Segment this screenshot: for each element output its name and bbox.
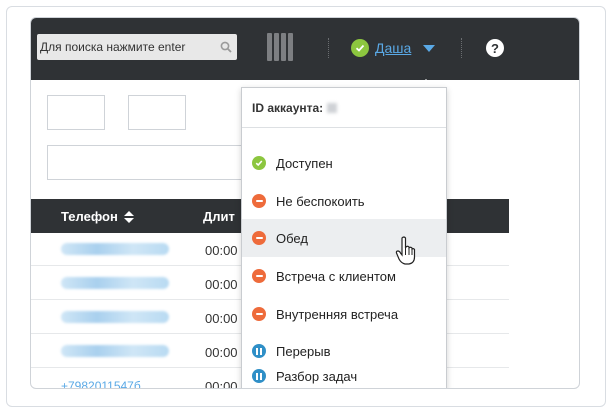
status-item-label: Внутренняя встреча <box>276 306 399 322</box>
status-item-label: Встреча с клиентом <box>276 268 396 284</box>
search-box[interactable]: Для поиска нажмите enter <box>37 34 237 60</box>
status-item-dnd[interactable]: Не беспокоить <box>242 182 446 220</box>
divider <box>328 38 329 58</box>
status-item-task-review[interactable]: Разбор задач <box>242 369 446 388</box>
status-item-internal-meeting[interactable]: Внутренняя встреча <box>242 295 446 333</box>
pause-icon <box>252 344 266 358</box>
search-input[interactable]: Для поиска нажмите enter <box>37 40 215 54</box>
dropdown-pointer <box>418 79 434 87</box>
account-id-value-blurred <box>327 102 338 113</box>
column-header-phone-label: Телефон <box>61 209 118 224</box>
phone-widget-icon[interactable] <box>267 33 295 61</box>
user-name-link[interactable]: Даша <box>375 40 411 56</box>
filter-input[interactable] <box>47 145 247 180</box>
help-icon[interactable]: ? <box>486 39 504 57</box>
column-header-duration[interactable]: Длит <box>203 209 235 224</box>
check-icon <box>252 156 266 170</box>
phone-link-blurred[interactable] <box>61 311 169 323</box>
status-item-label: Обед <box>276 230 308 246</box>
status-item-label: Доступен <box>276 155 333 171</box>
user-status-button[interactable]: Даша <box>351 36 436 60</box>
duration-cell: 00:00 <box>205 311 238 326</box>
status-available-icon <box>351 39 369 57</box>
date-to-input[interactable] <box>128 95 186 130</box>
minus-icon <box>252 269 266 283</box>
search-icon[interactable] <box>215 34 237 60</box>
status-item-label: Перерыв <box>276 343 331 359</box>
divider <box>461 38 462 58</box>
duration-cell: 00:00 <box>205 243 238 258</box>
status-item-label: Разбор задач <box>276 369 358 384</box>
duration-cell: 00:00 <box>205 345 238 360</box>
hand-cursor-icon <box>395 236 416 265</box>
sort-icon[interactable] <box>123 210 134 223</box>
duration-cell: 00:00 <box>205 277 238 292</box>
minus-icon <box>252 194 266 208</box>
status-item-label: Не беспокоить <box>276 193 365 209</box>
column-header-phone[interactable]: Телефон <box>61 209 134 224</box>
account-id-row: ID аккаунта: <box>242 88 446 128</box>
phone-link-blurred[interactable] <box>61 243 169 255</box>
pause-icon <box>252 369 266 383</box>
app-window: Для поиска нажмите enter Даша ? - Телефо… <box>30 17 580 389</box>
chevron-down-icon[interactable] <box>423 44 436 52</box>
status-item-available[interactable]: Доступен <box>242 144 446 182</box>
phone-link-blurred[interactable] <box>61 277 169 289</box>
duration-cell: 00:00 <box>205 379 238 389</box>
account-id-label: ID аккаунта: <box>252 100 324 115</box>
phone-link[interactable]: +7982011547б <box>61 379 141 388</box>
minus-icon <box>252 231 266 245</box>
status-item-break[interactable]: Перерыв <box>242 332 446 370</box>
minus-icon <box>252 307 266 321</box>
top-bar: Для поиска нажмите enter Даша ? <box>31 18 579 80</box>
phone-link-blurred[interactable] <box>61 345 169 357</box>
date-from-input[interactable] <box>47 95 105 130</box>
